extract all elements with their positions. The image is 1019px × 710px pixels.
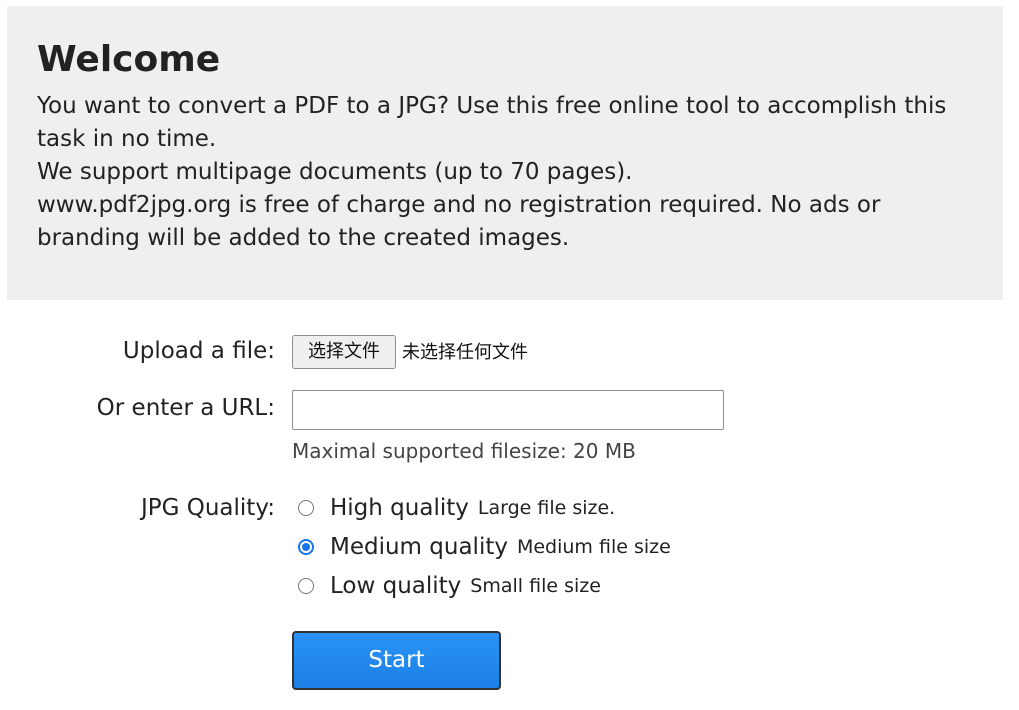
quality-option-high[interactable]: High quality Large file size.	[298, 493, 615, 523]
url-input[interactable]	[292, 390, 724, 430]
welcome-title: Welcome	[37, 39, 221, 80]
upload-label: Upload a file:	[122, 338, 275, 364]
radio-button-medium[interactable]	[298, 539, 314, 555]
welcome-line-intro: You want to convert a PDF to a JPG? Use …	[37, 93, 947, 152]
filesize-hint: Maximal supported filesize: 20 MB	[292, 439, 636, 463]
quality-option-note: Large file size.	[477, 497, 616, 519]
file-status-text: 未选择任何文件	[402, 342, 528, 363]
welcome-text: You want to convert a PDF to a JPG? Use …	[37, 90, 973, 255]
quality-option-label: High quality	[330, 495, 469, 521]
welcome-panel: Welcome You want to convert a PDF to a J…	[7, 6, 1003, 300]
welcome-line-free: www.pdf2jpg.org is free of charge and no…	[37, 192, 881, 251]
quality-option-label: Low quality	[330, 573, 462, 599]
quality-option-note: Medium file size	[516, 536, 671, 558]
quality-option-label: Medium quality	[330, 534, 508, 560]
quality-label: JPG Quality:	[140, 495, 275, 521]
radio-button-high[interactable]	[298, 500, 314, 516]
start-button[interactable]: Start	[292, 631, 501, 690]
quality-option-medium[interactable]: Medium quality Medium file size	[298, 532, 671, 562]
welcome-line-multipage: We support multipage documents (up to 70…	[37, 159, 633, 185]
quality-option-low[interactable]: Low quality Small file size	[298, 571, 601, 601]
radio-button-low[interactable]	[298, 578, 314, 594]
quality-option-note: Small file size	[470, 575, 601, 597]
url-label: Or enter a URL:	[96, 395, 275, 421]
choose-file-button[interactable]: 选择文件	[292, 335, 396, 369]
